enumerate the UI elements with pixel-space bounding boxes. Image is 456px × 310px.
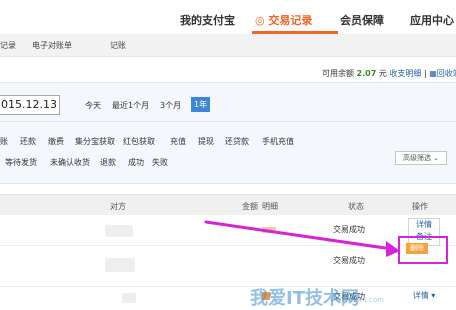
counterparty-redacted (122, 293, 136, 303)
table-row: 交易成功 (0, 287, 456, 306)
annotation-arrow (204, 220, 400, 257)
watermark-url: www.52itu.com (330, 296, 384, 304)
detail-dropdown-link[interactable]: 详情 ▾ (404, 290, 444, 302)
delete-button[interactable]: 删除 (406, 243, 428, 254)
